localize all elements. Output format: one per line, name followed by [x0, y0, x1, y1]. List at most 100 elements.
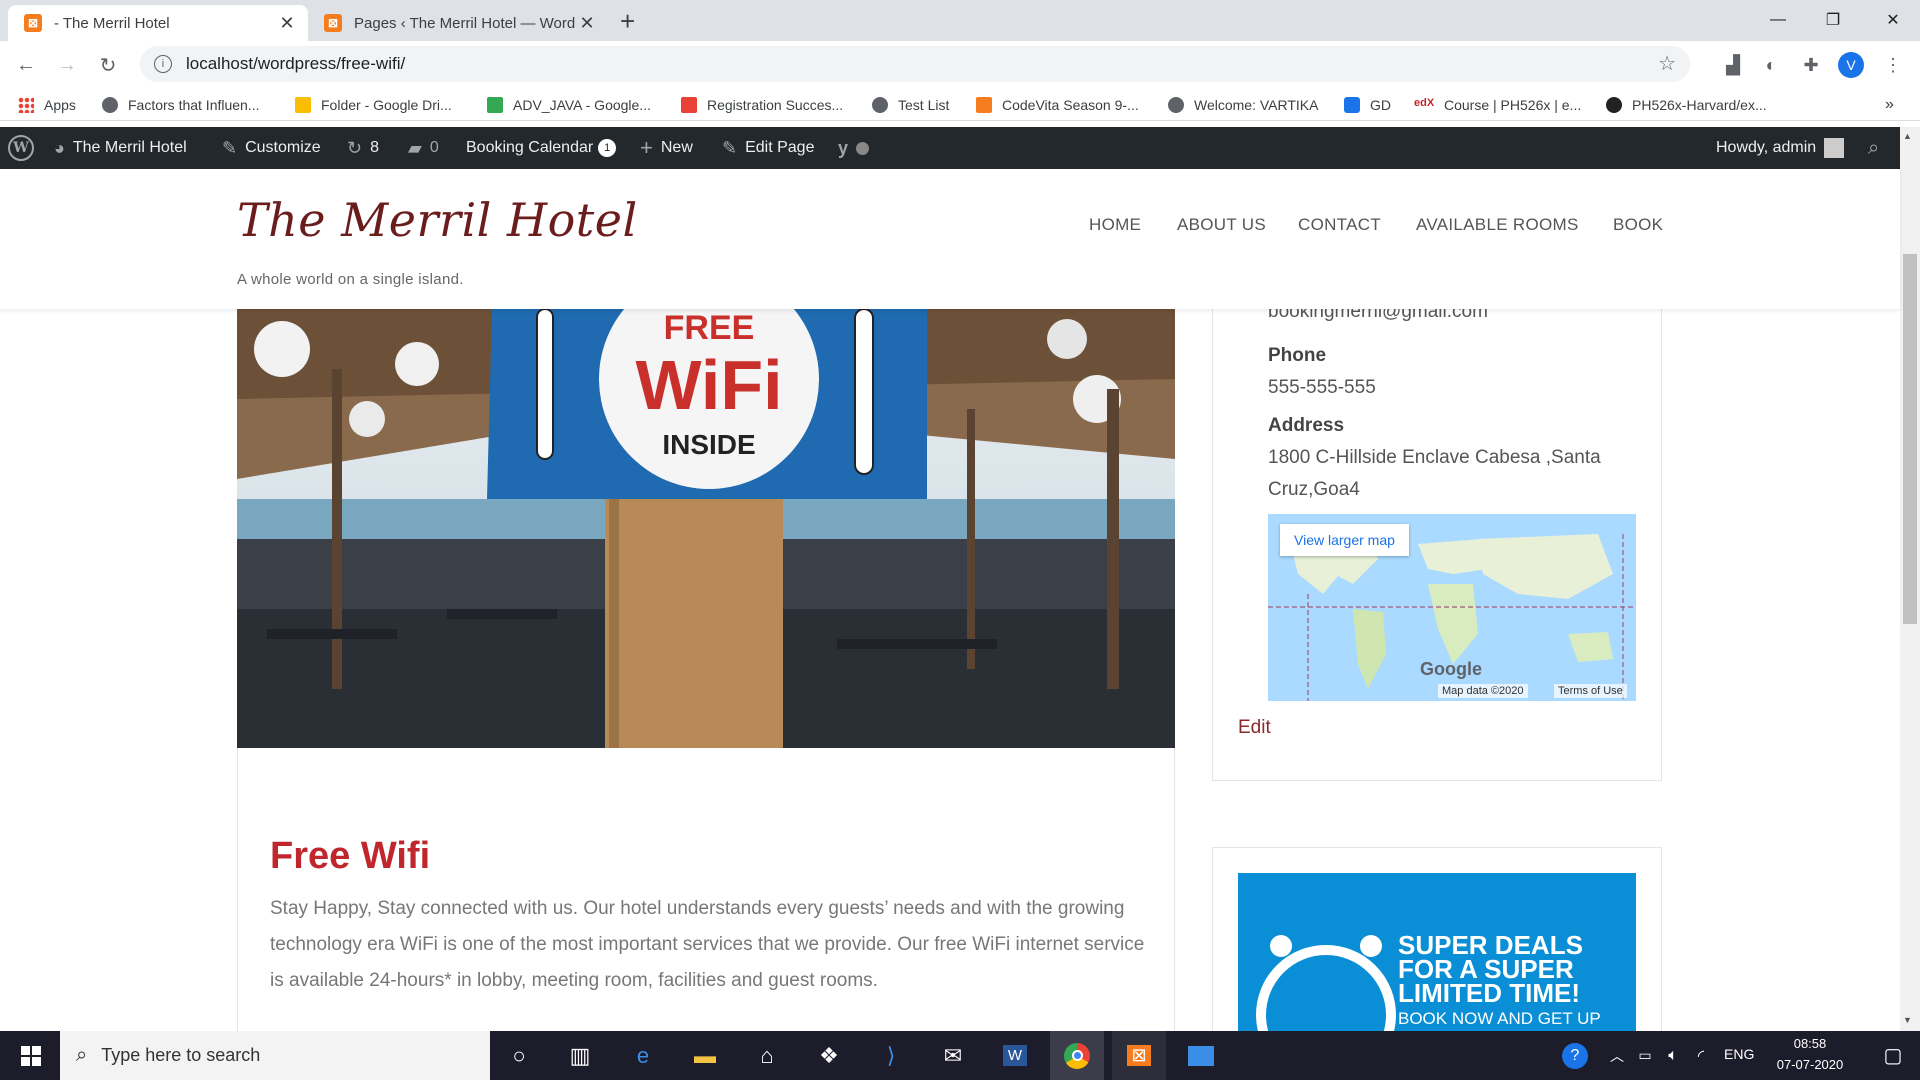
google-map[interactable]: View larger map Google Map data ©2020 Te… — [1268, 514, 1636, 701]
apps-grid-icon — [18, 97, 34, 113]
bookmark-test-list[interactable]: Test List — [872, 94, 949, 116]
file-explorer-icon[interactable]: ▬ — [678, 1031, 732, 1080]
updates-link[interactable]: ↻ 8 — [347, 127, 379, 169]
profile-avatar[interactable]: V — [1838, 52, 1864, 78]
notifications-icon[interactable]: ▢ — [1866, 1031, 1920, 1080]
bookmark-registration[interactable]: Registration Succes... — [681, 94, 843, 116]
dropbox-icon[interactable]: ❖ — [802, 1031, 856, 1080]
booking-calendar-link[interactable]: Booking Calendar 1 — [466, 127, 617, 169]
clock-date[interactable]: 07-07-2020 — [1766, 1057, 1854, 1072]
bookmark-label: GD — [1370, 97, 1391, 113]
menu-book[interactable]: BOOK — [1613, 215, 1663, 235]
updates-count: 8 — [370, 139, 379, 156]
photos-icon[interactable] — [1174, 1031, 1228, 1080]
yoast-seo-button[interactable]: y — [838, 127, 870, 169]
gmail-icon — [681, 97, 697, 113]
google-drive-icon — [487, 97, 503, 113]
super-deals-banner[interactable]: SUPER DEALS FOR A SUPER LIMITED TIME! BO… — [1238, 873, 1636, 1031]
menu-contact[interactable]: CONTACT — [1298, 215, 1381, 235]
bookmark-label: Test List — [898, 97, 950, 113]
page-content: FREE WiFi INSIDE Free Wifi Stay Happy, S… — [0, 309, 1900, 1031]
gd-icon — [1344, 97, 1360, 113]
wifi-icon[interactable]: ◜ — [1674, 1031, 1728, 1080]
tab-pages[interactable]: ⊠ Pages ‹ The Merril Hotel — Word ✕ — [308, 5, 608, 41]
bookmark-gd[interactable]: GD — [1344, 94, 1391, 116]
more-bookmarks-button[interactable]: » — [1885, 94, 1894, 116]
bookmark-harvard-github[interactable]: PH526x-Harvard/ex... — [1606, 94, 1767, 116]
page-scrollbar[interactable]: ▲ ▼ — [1900, 127, 1920, 1031]
address-line-1: 1800 C-Hillside Enclave Cabesa ,Santa — [1268, 447, 1601, 468]
edit-widget-link[interactable]: Edit — [1238, 717, 1271, 739]
map-data-attribution: Map data ©2020 — [1438, 684, 1528, 698]
vscode-icon[interactable]: ⟩ — [864, 1031, 918, 1080]
extensions-puzzle-icon[interactable]: ✚ — [1798, 52, 1824, 78]
site-info-icon[interactable]: i — [154, 55, 172, 73]
edge-icon[interactable]: e — [616, 1031, 670, 1080]
start-button[interactable] — [4, 1031, 58, 1080]
map-terms-link[interactable]: Terms of Use — [1554, 684, 1627, 698]
bookmark-welcome[interactable]: Welcome: VARTIKA — [1168, 94, 1318, 116]
word-icon[interactable]: W — [988, 1031, 1042, 1080]
maximize-button[interactable]: ❐ — [1810, 4, 1856, 36]
edx-icon: edX — [1414, 97, 1435, 109]
hero-image: FREE WiFi INSIDE — [237, 309, 1175, 748]
menu-available-rooms[interactable]: AVAILABLE ROOMS — [1416, 215, 1579, 235]
extension-chart-icon[interactable]: ▟ — [1720, 52, 1746, 78]
forward-button[interactable]: → — [51, 49, 83, 81]
comment-icon: ▰ — [408, 137, 422, 158]
close-tab-icon[interactable]: ✕ — [278, 13, 296, 34]
site-name-link[interactable]: ◕ The Merril Hotel — [54, 127, 187, 169]
wp-logo-button[interactable]: W — [8, 127, 34, 169]
alarm-clock-icon — [1256, 945, 1396, 1031]
wordpress-icon: W — [8, 135, 34, 161]
task-view-icon[interactable]: ▥ — [553, 1031, 607, 1080]
xampp-taskbar-icon[interactable]: ⊠ — [1112, 1031, 1166, 1080]
taskbar-search-box[interactable]: ⌕ Type here to search — [60, 1031, 490, 1080]
mail-icon[interactable]: ✉ — [926, 1031, 980, 1080]
cortana-icon[interactable]: ○ — [492, 1031, 546, 1080]
bookmark-course-edx[interactable]: edX Course | PH526x | e... — [1414, 94, 1581, 116]
windows-taskbar: ⌕ Type here to search ○ ▥ e ▬ ⌂ ❖ ⟩ ✉ W … — [0, 1031, 1920, 1080]
extension-circle-icon[interactable]: ◐ — [1758, 52, 1784, 78]
menu-home[interactable]: HOME — [1089, 215, 1141, 235]
pencil-icon: ✎ — [722, 137, 738, 158]
language-indicator[interactable]: ENG — [1724, 1046, 1754, 1062]
clock-time[interactable]: 08:58 — [1770, 1036, 1850, 1051]
close-tab-icon[interactable]: ✕ — [578, 13, 596, 34]
menu-about-us[interactable]: ABOUT US — [1177, 215, 1266, 235]
reload-button[interactable]: ↻ — [92, 49, 124, 81]
scroll-down-icon[interactable]: ▼ — [1903, 1015, 1912, 1025]
address-label: Address — [1268, 415, 1345, 436]
bookmark-star-icon[interactable]: ☆ — [1658, 51, 1676, 76]
bookmark-factors[interactable]: Factors that Influen... — [102, 94, 260, 116]
site-title[interactable]: The Merril Hotel — [237, 193, 638, 247]
booking-badge: 1 — [598, 139, 617, 157]
xampp-favicon-icon: ⊠ — [324, 14, 342, 32]
comments-link[interactable]: ▰ 0 — [408, 127, 439, 169]
free-wifi-sign-image: FREE WiFi INSIDE — [237, 309, 1175, 748]
customize-link[interactable]: ✎ Customize — [222, 127, 321, 169]
admin-search-icon[interactable]: ⌕ — [1868, 127, 1887, 169]
new-content-link[interactable]: + New — [640, 127, 693, 169]
tab-merril-hotel[interactable]: ⊠ - The Merril Hotel ✕ — [8, 5, 308, 41]
my-account-link[interactable]: Howdy, admin — [1716, 127, 1845, 169]
close-window-button[interactable]: ✕ — [1870, 4, 1916, 36]
chrome-menu-icon[interactable]: ⋮ — [1880, 52, 1906, 78]
bookmark-label: ADV_JAVA - Google... — [513, 97, 651, 113]
contact-phone: 555-555-555 — [1268, 377, 1376, 398]
bookmark-codevita[interactable]: CodeVita Season 9-... — [976, 94, 1139, 116]
scroll-up-icon[interactable]: ▲ — [1903, 131, 1912, 141]
back-button[interactable]: ← — [10, 49, 42, 81]
minimize-button[interactable]: — — [1755, 4, 1801, 36]
updates-icon: ↻ — [347, 137, 363, 158]
view-larger-map-link[interactable]: View larger map — [1280, 524, 1409, 556]
store-icon[interactable]: ⌂ — [740, 1031, 794, 1080]
new-tab-button[interactable]: + — [620, 6, 635, 37]
bookmark-adv-java[interactable]: ADV_JAVA - Google... — [487, 94, 651, 116]
chrome-taskbar-icon[interactable] — [1050, 1031, 1104, 1080]
scrollbar-thumb[interactable] — [1903, 254, 1917, 624]
address-bar[interactable]: i localhost/wordpress/free-wifi/ ☆ — [140, 46, 1690, 82]
bookmark-apps[interactable]: Apps — [18, 94, 76, 116]
edit-page-link[interactable]: ✎ Edit Page — [722, 127, 814, 169]
bookmark-folder-drive[interactable]: Folder - Google Dri... — [295, 94, 452, 116]
